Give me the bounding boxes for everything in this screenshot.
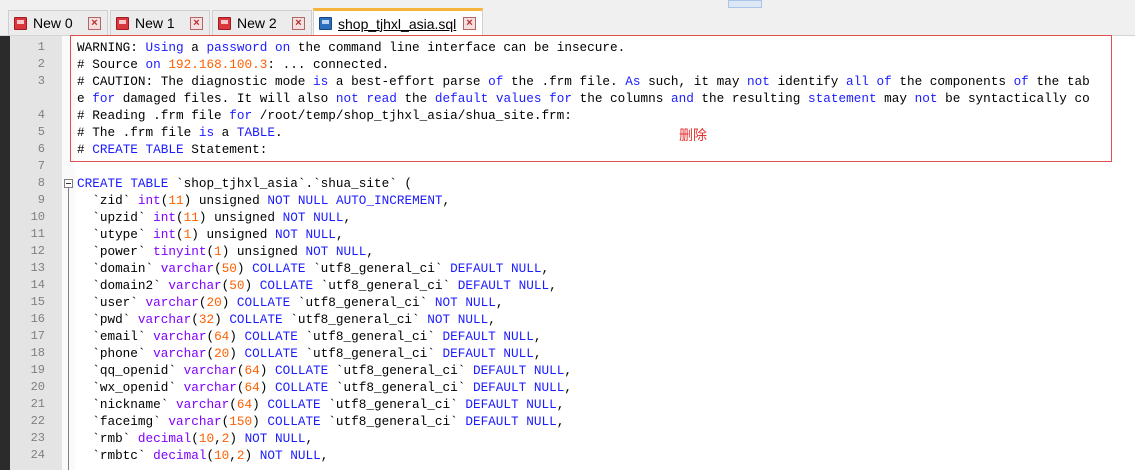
editor-line[interactable]: 21 `nickname` varchar(64) COLLATE `utf8_… bbox=[10, 396, 1135, 413]
line-number: 21 bbox=[30, 397, 45, 411]
editor-line[interactable]: 9 `zid` int(11) unsigned NOT NULL AUTO_I… bbox=[10, 192, 1135, 209]
code-text: `rmbtc` decimal(10,2) NOT NULL, bbox=[77, 448, 329, 463]
editor-line[interactable]: 19 `qq_openid` varchar(64) COLLATE `utf8… bbox=[10, 362, 1135, 379]
editor-line[interactable]: 13 `domain` varchar(50) COLLATE `utf8_ge… bbox=[10, 260, 1135, 277]
code-text: `upzid` int(11) unsigned NOT NULL, bbox=[77, 210, 352, 225]
line-number: 7 bbox=[37, 159, 45, 173]
line-number: 4 bbox=[37, 108, 45, 122]
editor-line[interactable]: 16 `pwd` varchar(32) COLLATE `utf8_gener… bbox=[10, 311, 1135, 328]
code-text: `nickname` varchar(64) COLLATE `utf8_gen… bbox=[77, 397, 565, 412]
code-text: `domain` varchar(50) COLLATE `utf8_gener… bbox=[77, 261, 550, 276]
annotation-label: 删除 bbox=[679, 128, 707, 144]
tab-new-1[interactable]: New 1 × bbox=[110, 10, 210, 35]
line-number: 10 bbox=[30, 210, 45, 224]
line-number: 9 bbox=[37, 193, 45, 207]
red-disk-icon bbox=[14, 16, 27, 30]
line-number: 24 bbox=[30, 448, 45, 462]
line-number: 16 bbox=[30, 312, 45, 326]
code-text: `wx_openid` varchar(64) COLLATE `utf8_ge… bbox=[77, 380, 572, 395]
line-number: 14 bbox=[30, 278, 45, 292]
line-number: 23 bbox=[30, 431, 45, 445]
code-text: `qq_openid` varchar(64) COLLATE `utf8_ge… bbox=[77, 363, 572, 378]
close-icon[interactable]: × bbox=[463, 17, 476, 30]
tab-new-2[interactable]: New 2 × bbox=[212, 10, 312, 35]
close-icon[interactable]: × bbox=[190, 16, 203, 30]
code-text: `utype` int(1) unsigned NOT NULL, bbox=[77, 227, 344, 242]
red-disk-icon bbox=[218, 16, 231, 30]
line-number: 15 bbox=[30, 295, 45, 309]
editor-line[interactable]: 10 `upzid` int(11) unsigned NOT NULL, bbox=[10, 209, 1135, 226]
close-icon[interactable]: × bbox=[292, 16, 305, 30]
line-number: 1 bbox=[37, 40, 45, 54]
line-number: 17 bbox=[30, 329, 45, 343]
line-number: 12 bbox=[30, 244, 45, 258]
tab-label: New 1 bbox=[135, 15, 175, 31]
toolbar-button[interactable] bbox=[728, 0, 762, 8]
editor-line[interactable]: 23 `rmb` decimal(10,2) NOT NULL, bbox=[10, 430, 1135, 447]
editor-line[interactable]: 20 `wx_openid` varchar(64) COLLATE `utf8… bbox=[10, 379, 1135, 396]
tab-label: shop_tjhxl_asia.sql bbox=[338, 15, 457, 32]
line-number: 11 bbox=[30, 227, 45, 241]
close-icon[interactable]: × bbox=[88, 16, 101, 30]
code-text: CREATE TABLE `shop_tjhxl_asia`.`shua_sit… bbox=[77, 176, 413, 191]
red-disk-icon bbox=[116, 16, 129, 30]
editor-line[interactable]: 17 `email` varchar(64) COLLATE `utf8_gen… bbox=[10, 328, 1135, 345]
code-text: `phone` varchar(20) COLLATE `utf8_genera… bbox=[77, 346, 542, 361]
side-glyph bbox=[0, 106, 6, 116]
editor-line[interactable]: 24 `rmbtc` decimal(10,2) NOT NULL, bbox=[10, 447, 1135, 464]
tab-label: New 0 bbox=[33, 15, 73, 31]
code-text: `zid` int(11) unsigned NOT NULL AUTO_INC… bbox=[77, 193, 451, 208]
code-text: `pwd` varchar(32) COLLATE `utf8_general_… bbox=[77, 312, 496, 327]
code-text: `power` tinyint(1) unsigned NOT NULL, bbox=[77, 244, 375, 259]
code-text: `faceimg` varchar(150) COLLATE `utf8_gen… bbox=[77, 414, 565, 429]
line-number: 22 bbox=[30, 414, 45, 428]
tab-new-0[interactable]: New 0 × bbox=[8, 10, 108, 35]
editor-line[interactable]: 14 `domain2` varchar(50) COLLATE `utf8_g… bbox=[10, 277, 1135, 294]
highlight-box bbox=[70, 35, 1112, 162]
side-panel-edge bbox=[0, 36, 10, 470]
tab-bar: New 0 × New 1 × New 2 × shop_tjhxl_asia.… bbox=[0, 0, 1135, 36]
line-number: 20 bbox=[30, 380, 45, 394]
code-text: `user` varchar(20) COLLATE `utf8_general… bbox=[77, 295, 504, 310]
editor-line[interactable]: 11 `utype` int(1) unsigned NOT NULL, bbox=[10, 226, 1135, 243]
toolbar-strip bbox=[0, 0, 1135, 8]
tab-label: New 2 bbox=[237, 15, 277, 31]
editor-line[interactable]: 8 CREATE TABLE `shop_tjhxl_asia`.`shua_si… bbox=[10, 175, 1135, 192]
editor-line[interactable]: 12 `power` tinyint(1) unsigned NOT NULL, bbox=[10, 243, 1135, 260]
line-number: 8 bbox=[37, 176, 45, 190]
line-number: 5 bbox=[37, 125, 45, 139]
line-number: 6 bbox=[37, 142, 45, 156]
editor-line[interactable]: 18 `phone` varchar(20) COLLATE `utf8_gen… bbox=[10, 345, 1135, 362]
line-number: 18 bbox=[30, 346, 45, 360]
tab-shop-sql[interactable]: shop_tjhxl_asia.sql × bbox=[313, 8, 483, 36]
editor-line[interactable]: 15 `user` varchar(20) COLLATE `utf8_gene… bbox=[10, 294, 1135, 311]
line-number: 3 bbox=[37, 74, 45, 88]
line-number: 2 bbox=[37, 57, 45, 71]
editor-line[interactable]: 22 `faceimg` varchar(150) COLLATE `utf8_… bbox=[10, 413, 1135, 430]
code-text: `rmb` decimal(10,2) NOT NULL, bbox=[77, 431, 314, 446]
blue-disk-icon bbox=[319, 17, 332, 30]
line-number: 13 bbox=[30, 261, 45, 275]
line-number: 19 bbox=[30, 363, 45, 377]
code-text: `domain2` varchar(50) COLLATE `utf8_gene… bbox=[77, 278, 557, 293]
code-text: `email` varchar(64) COLLATE `utf8_genera… bbox=[77, 329, 542, 344]
